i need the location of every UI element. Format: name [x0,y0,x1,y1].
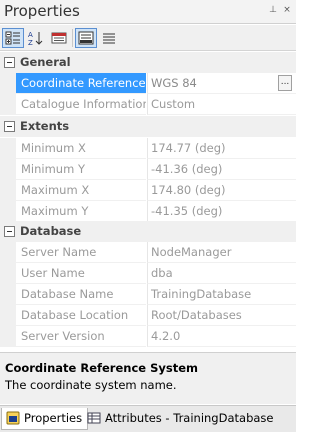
property-name[interactable]: Coordinate Reference S [16,73,146,94]
property-name[interactable]: Database Name [16,284,146,305]
property-row[interactable]: Maximum Y -41.35 (deg) [0,201,296,222]
property-value[interactable]: NodeManager [147,242,296,263]
property-name[interactable]: User Name [16,263,146,284]
category-label: General [20,55,71,69]
svg-text:A: A [28,31,33,39]
categorized-icon [5,31,20,45]
ellipsis-button[interactable]: ... [278,75,292,91]
property-name[interactable]: Minimum X [16,138,146,159]
property-pages-icon [51,32,67,44]
property-value[interactable]: dba [147,263,296,284]
category-label: Database [20,224,82,238]
property-value[interactable]: 174.80 (deg) [147,180,296,201]
property-row[interactable]: User Name dba [0,263,296,284]
tab-label: Properties [24,411,83,425]
list-view-button[interactable] [98,28,120,48]
property-row[interactable]: Minimum Y -41.36 (deg) [0,159,296,180]
alphabetical-icon: A Z [28,31,43,46]
property-row[interactable]: Database Location Root/Databases [0,305,296,326]
description-text: The coordinate system name. [5,378,177,392]
property-grid: General Coordinate Reference S WGS 84 ..… [0,52,296,352]
show-description-button[interactable] [75,28,97,48]
property-row[interactable]: Minimum X 174.77 (deg) [0,138,296,159]
property-row[interactable]: Maximum X 174.80 (deg) [0,180,296,201]
property-name[interactable]: Minimum Y [16,159,146,180]
category-label: Extents [20,119,70,133]
property-value[interactable]: 174.77 (deg) [147,138,296,159]
property-row[interactable]: Database Name TrainingDatabase [0,284,296,305]
collapse-icon[interactable] [4,121,15,132]
categorized-button[interactable] [2,28,24,48]
property-pages-button[interactable] [48,28,70,48]
properties-toolbar: A Z [0,25,296,51]
property-name[interactable]: Server Version [16,326,146,347]
close-icon[interactable]: × [282,4,292,16]
property-row[interactable]: Coordinate Reference S WGS 84 ... [0,73,296,94]
property-name[interactable]: Database Location [16,305,146,326]
panel-title: Properties [4,2,80,20]
attributes-tab-icon [87,412,101,424]
property-value[interactable]: WGS 84 [147,73,296,94]
toolbar-separator [72,29,73,47]
tab-label: Attributes - TrainingDatabase [105,411,274,425]
property-value-text: WGS 84 [151,76,197,90]
property-name[interactable]: Catalogue Information [16,94,146,115]
properties-tab-icon [6,411,20,425]
property-value[interactable]: -41.35 (deg) [147,201,296,222]
alphabetical-button[interactable]: A Z [25,28,47,48]
list-view-icon [103,33,115,44]
svg-text:Z: Z [28,39,33,46]
property-value[interactable]: -41.36 (deg) [147,159,296,180]
collapse-icon[interactable] [4,226,15,237]
collapse-icon[interactable] [4,57,15,68]
category-general[interactable]: General [0,52,296,73]
property-row[interactable]: Server Version 4.2.0 [0,326,296,347]
property-value[interactable]: TrainingDatabase [147,284,296,305]
tab-attributes[interactable]: Attributes - TrainingDatabase [83,408,278,430]
description-title: Coordinate Reference System [5,361,198,375]
property-value[interactable]: 4.2.0 [147,326,296,347]
panel-titlebar: Properties ⊥ × [0,0,296,24]
description-pane: Coordinate Reference System The coordina… [0,356,296,404]
pin-icon[interactable]: ⊥ [268,4,278,16]
category-database[interactable]: Database [0,221,296,242]
category-extents[interactable]: Extents [0,116,296,137]
property-name[interactable]: Maximum X [16,180,146,201]
show-description-icon [78,31,94,45]
property-row[interactable]: Catalogue Information Custom [0,94,296,115]
property-name[interactable]: Maximum Y [16,201,146,222]
property-value[interactable]: Root/Databases [147,305,296,326]
property-row[interactable]: Server Name NodeManager [0,242,296,263]
tab-properties[interactable]: Properties [1,408,89,430]
property-value[interactable]: Custom [147,94,296,115]
bottom-tab-strip: Properties Attributes - TrainingDatabase [0,405,296,432]
property-name[interactable]: Server Name [16,242,146,263]
